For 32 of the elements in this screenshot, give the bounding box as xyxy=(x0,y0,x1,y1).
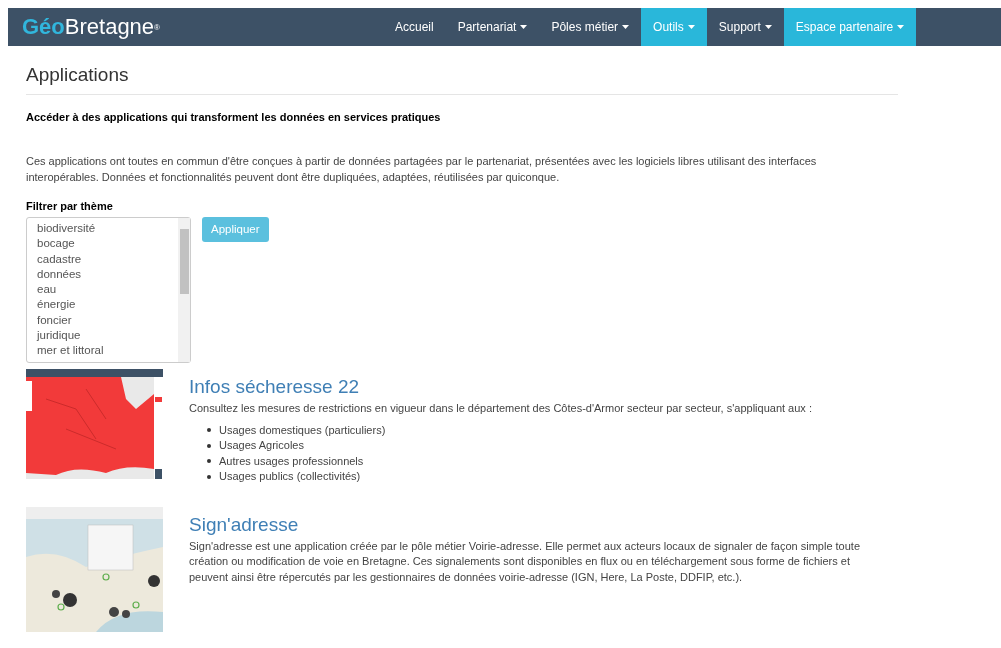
app-title[interactable]: Infos sécheresse 22 xyxy=(189,376,889,398)
list-option[interactable]: mer et littoral xyxy=(37,343,178,359)
list-option[interactable]: cadastre xyxy=(37,251,178,267)
filter-label: Filtrer par thème xyxy=(26,198,114,214)
subtitle: Accéder à des applications qui transforment les données en services pratiques xyxy=(26,110,442,125)
scrollbar[interactable] xyxy=(178,218,190,362)
logo[interactable]: GéoBretagne$^{®}$ xyxy=(22,16,160,38)
bullet-text: Usages Agricoles xyxy=(219,438,304,453)
app-description: Sign'adresse est une application créée par le pôle métier Voirie-adresse. Elle permet aux acteurs locaux de signaler de façon simple toute création ou modification de voie en Bretagne. Ces signalements sont disponibles en flux ou en téléchargement sous forme de fichiers et peuvent ainsi être répercutés par les gestionnaires de données voirie-adresse (IGN, Here, La Poste, DDFIP, etc.). xyxy=(189,538,862,585)
list-option[interactable]: eau xyxy=(37,282,178,298)
list-option[interactable]: foncier xyxy=(37,312,178,329)
page-title: Applications xyxy=(26,63,130,87)
nav-item[interactable]: Support xyxy=(706,8,784,46)
theme-listbox[interactable]: biodiversité bocage cadastre données eau énergie foncier juridique mer et littoral xyxy=(26,217,191,363)
bullet-icon xyxy=(207,428,211,433)
list-option[interactable]: énergie xyxy=(37,297,178,313)
bullet-text: Usages publics (collectivités) xyxy=(219,469,361,484)
intro-paragraph: Ces applications ont toutes en commun d'être conçues à partir de données partagées par le partenariat, présentées avec les logiciels libres utilisant des interfaces interopérables. Données et fonctionnalités peuvent dont être dupliquées, adaptées, réutilisées par quiconque. xyxy=(26,153,818,185)
app-description: Consultez les mesures de restrictions en vigueur dans le département des Côtes-d'Armor secteur par secteur, s'appliquant aux : xyxy=(189,401,813,416)
app-title[interactable]: Sign'adresse xyxy=(189,513,889,536)
list-option[interactable]: biodiversité xyxy=(37,221,178,237)
bullet-icon xyxy=(207,459,211,464)
nav-item[interactable]: Partenariat xyxy=(445,8,540,46)
bullet-icon xyxy=(207,474,211,479)
nav-item[interactable]: Accueil xyxy=(383,8,446,46)
list-option[interactable]: bocage xyxy=(37,236,178,252)
bullet-text: Usages domestiques (particuliers) xyxy=(219,422,386,438)
nav-item[interactable]: Pôles métier xyxy=(539,8,642,46)
list-option[interactable]: données xyxy=(37,266,178,283)
list-option[interactable]: juridique xyxy=(37,328,178,344)
bullet-icon xyxy=(207,443,211,448)
bullet-text: Autres usages professionnels xyxy=(219,453,364,469)
